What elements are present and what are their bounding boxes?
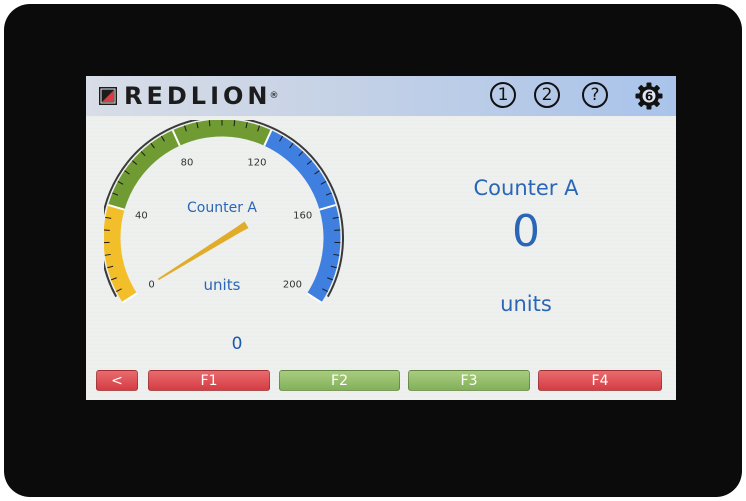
gauge-tick-label: 40 bbox=[135, 211, 148, 222]
hmi-screen: REDLION ® 1 2 ? 6 0 40 80 120 160 200 Co… bbox=[86, 76, 676, 400]
brand-logo: REDLION ® bbox=[98, 82, 279, 110]
gauge-tick-label: 0 bbox=[148, 280, 154, 291]
help-button[interactable]: ? bbox=[582, 82, 608, 108]
logo-mark-icon bbox=[99, 87, 117, 105]
gauge-title: Counter A bbox=[187, 200, 257, 216]
back-label: < bbox=[111, 373, 123, 389]
counter-title: Counter A bbox=[473, 176, 579, 200]
settings-number: 6 bbox=[645, 90, 653, 104]
logo-registered-mark: ® bbox=[269, 91, 279, 101]
f2-label: F2 bbox=[331, 373, 348, 389]
counter-value: 0 bbox=[512, 206, 540, 257]
page-1-label: 1 bbox=[497, 85, 509, 105]
f1-button[interactable]: F1 bbox=[148, 370, 270, 391]
logo-text: REDLION bbox=[124, 82, 272, 110]
gauge-tick-label: 200 bbox=[283, 280, 302, 291]
page-2-button[interactable]: 2 bbox=[534, 82, 560, 108]
f2-button[interactable]: F2 bbox=[279, 370, 400, 391]
f1-label: F1 bbox=[200, 373, 218, 389]
header-bar: REDLION ® 1 2 ? 6 bbox=[86, 76, 676, 116]
help-label: ? bbox=[590, 85, 600, 105]
page-1-button[interactable]: 1 bbox=[490, 82, 516, 108]
gauge-tick-label: 80 bbox=[181, 158, 194, 169]
page-2-label: 2 bbox=[541, 85, 553, 105]
f3-label: F3 bbox=[460, 373, 478, 389]
gauge-tick-label: 160 bbox=[293, 211, 312, 222]
back-button[interactable]: < bbox=[96, 370, 138, 391]
gauge-units: units bbox=[204, 276, 241, 294]
gauge-band-0 bbox=[104, 204, 138, 303]
f4-label: F4 bbox=[591, 373, 609, 389]
gauge-tick-label: 120 bbox=[247, 158, 266, 169]
f3-button[interactable]: F3 bbox=[408, 370, 530, 391]
gauge-value: 0 bbox=[231, 334, 243, 354]
f4-button[interactable]: F4 bbox=[538, 370, 662, 391]
gear-icon[interactable]: 6 bbox=[634, 81, 664, 111]
gauge-needle bbox=[157, 221, 249, 281]
counter-units: units bbox=[500, 292, 552, 316]
gauge-minor-tick bbox=[233, 120, 236, 127]
gauge-minor-tick bbox=[208, 120, 211, 127]
counter-gauge: 0 40 80 120 160 200 Counter A units bbox=[104, 120, 344, 304]
